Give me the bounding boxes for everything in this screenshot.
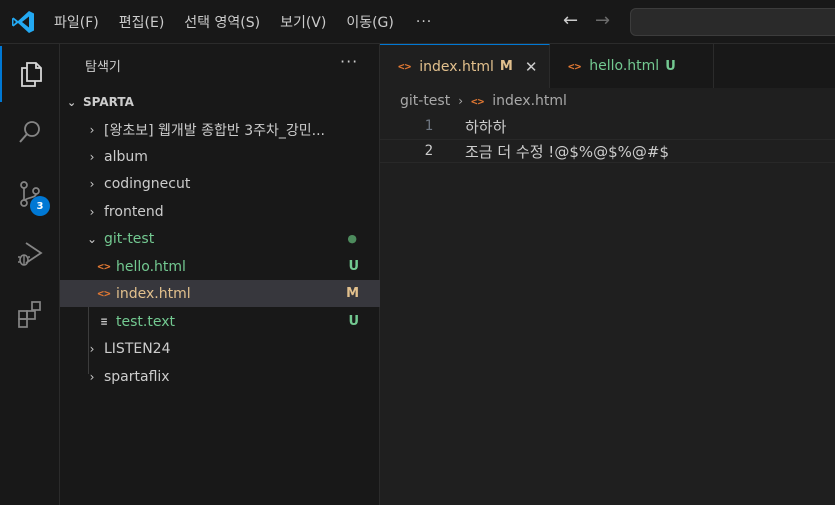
tree-item-label: index.html [116,285,191,302]
tab-label: index.html [419,58,494,75]
tree-folder[interactable]: › LISTEN24 [60,335,380,362]
code-text: 조금 더 수정 !@$%@$%@#$ [465,142,670,161]
chevron-right-icon: › [89,122,95,137]
run-debug-activity-button[interactable] [0,226,60,282]
tree-item-label: git-test [104,230,155,247]
tab-index-html[interactable]: <> index.html M ✕ [380,44,550,88]
html-file-icon: <> [398,60,412,73]
tree-item-label: test.text [116,313,175,330]
tree-folder[interactable]: › spartaflix [60,363,380,390]
editor-area: <> index.html M ✕ <> hello.html U git-te… [380,44,835,505]
html-file-icon: <> [97,287,111,300]
command-center-search[interactable] [630,8,835,36]
chevron-right-icon: › [89,369,95,384]
code-line-current[interactable]: 2 조금 더 수정 !@$%@$%@#$ [380,139,835,163]
vscode-logo-icon[interactable] [10,9,36,35]
workspace-root-label: SPARTA [83,95,134,109]
menu-go[interactable]: 이동(G) [346,12,394,32]
breadcrumb-folder[interactable]: git-test [400,93,450,109]
tab-hello-html[interactable]: <> hello.html U [550,44,714,88]
untracked-status: U [348,314,359,329]
tree-folder[interactable]: › album [60,143,380,170]
explorer-title: 탐색기 [85,60,121,75]
tree-item-label: codingnecut [104,175,191,192]
breadcrumb: git-test › <> index.html [400,93,567,109]
menu-selection[interactable]: 선택 영역(S) [184,12,260,32]
code-text: 하하하 [465,117,507,136]
extensions-activity-button[interactable] [0,286,60,342]
explorer-more-icon[interactable]: ··· [340,52,358,71]
tree-folder[interactable]: › [왕초보] 웹개발 종합반 3주차_강민... [60,116,380,143]
tree-item-label: spartaflix [104,368,170,385]
line-number: 1 [424,118,433,134]
chevron-right-icon: › [89,341,95,356]
search-icon [19,121,40,143]
html-file-icon: <> [97,260,111,273]
tab-label: hello.html [589,58,660,74]
tree-file-index[interactable]: <> index.html M [60,280,380,307]
tab-modified-status: M [499,59,513,74]
files-icon [21,62,42,87]
run-debug-icon [18,242,43,266]
back-arrow-icon[interactable]: ← [563,10,578,31]
html-file-icon: <> [568,59,582,73]
explorer-activity-button[interactable] [0,46,60,102]
chevron-right-icon: › [89,176,95,191]
modified-dot-icon: ● [347,232,357,245]
tree-item-label: [왕초보] 웹개발 종합반 3주차_강민... [104,122,325,139]
chevron-right-icon: › [89,204,95,219]
source-control-badge: 3 [30,196,50,216]
menu-edit[interactable]: 편집(E) [119,12,165,32]
line-number: 2 [424,143,433,159]
search-activity-button[interactable] [0,104,60,160]
menu-file[interactable]: 파일(F) [54,12,99,32]
menu-more-icon[interactable]: ··· [416,14,432,30]
extensions-icon [18,301,41,328]
explorer-sidebar: 탐색기 ··· ⌄ SPARTA › [왕초보] 웹개발 종합반 3주차_강민.… [60,44,380,505]
tree-file-test[interactable]: ≡ test.text U [60,308,380,335]
text-file-icon: ≡ [100,315,108,328]
forward-arrow-icon[interactable]: → [595,10,610,31]
code-line[interactable]: 1 하하하 [380,114,835,138]
workspace-root-header[interactable]: ⌄ SPARTA [60,90,380,114]
breadcrumb-file[interactable]: index.html [492,93,567,109]
tree-item-label: frontend [104,203,164,220]
html-file-icon: <> [471,94,485,108]
title-bar: 파일(F) 편집(E) 선택 영역(S) 보기(V) 이동(G) ··· ← → [0,0,835,44]
tree-folder[interactable]: › frontend [60,198,380,225]
activity-bar: 3 [0,44,60,505]
menu-view[interactable]: 보기(V) [280,12,326,32]
source-control-activity-button[interactable]: 3 [0,166,60,222]
close-icon[interactable]: ✕ [525,58,538,76]
modified-status: M [346,286,359,301]
tree-item-label: album [104,148,148,165]
tree-folder[interactable]: › codingnecut [60,170,380,197]
chevron-right-icon: › [89,149,95,164]
chevron-down-icon: ⌄ [67,95,77,109]
untracked-status: U [348,259,359,274]
chevron-right-icon: › [458,94,464,108]
tree-item-label: LISTEN24 [104,340,171,357]
chevron-down-icon: ⌄ [86,231,98,246]
tree-file-hello[interactable]: <> hello.html U [60,253,380,280]
menu-bar: 파일(F) 편집(E) 선택 영역(S) 보기(V) 이동(G) ··· [54,0,452,44]
tree-folder-git-test[interactable]: ⌄ git-test ● [60,225,380,252]
tab-untracked-status: U [665,58,676,74]
tree-item-label: hello.html [116,258,186,275]
editor-tabs: <> index.html M ✕ <> hello.html U [380,44,835,88]
